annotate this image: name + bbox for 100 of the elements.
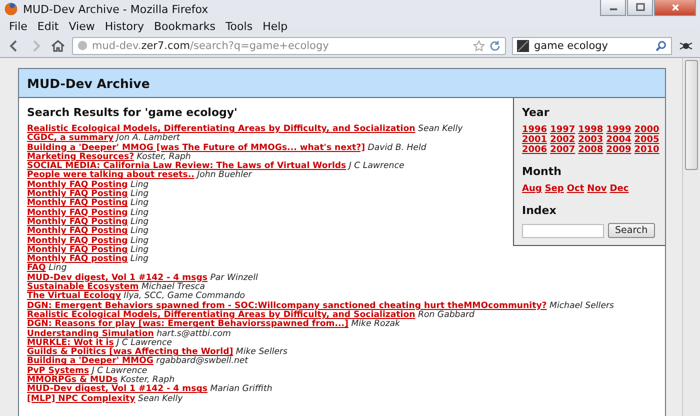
menu-item[interactable]: Bookmarks: [148, 20, 220, 32]
star-icon[interactable]: [473, 40, 485, 52]
search-text: game ecology: [534, 40, 610, 52]
month-link[interactable]: Sep: [544, 184, 564, 194]
url-text: mud-dev.zer7.com/search?q=game+ecology: [92, 40, 330, 52]
result-link[interactable]: Building a 'Deeper' MMOG: [27, 356, 154, 366]
author-name: Sean Kelly: [418, 124, 463, 134]
author-name: Ling: [130, 236, 149, 246]
author-name: Ilya, SCC, Game Commando: [124, 291, 246, 302]
result-link[interactable]: Monthly FAQ Posting: [27, 226, 128, 236]
author-name: Ron Gabbard: [418, 310, 474, 320]
result-link[interactable]: MUD-Dev digest, Vol 1 #142 - 4 msgs: [27, 384, 208, 394]
menu-item[interactable]: Edit: [32, 20, 64, 32]
result-link[interactable]: Monthly FAQ Posting: [27, 244, 128, 255]
author-name: Marian Griffith: [210, 384, 272, 394]
scrollbar-thumb[interactable]: [685, 60, 698, 170]
author-name: J C Lawrence: [92, 366, 148, 376]
result-link[interactable]: Realistic Ecological Models, Differentiating Areas by Difficulty, and Socialization: [27, 124, 416, 134]
year-link[interactable]: 2006: [522, 145, 548, 155]
year-link[interactable]: 1996: [522, 125, 548, 135]
author-name: Ling: [130, 254, 148, 264]
year-link[interactable]: 2004: [606, 135, 632, 145]
author-name: Mike Rozak: [351, 319, 400, 330]
author-name: Ling: [130, 226, 149, 236]
year-link[interactable]: 1999: [606, 125, 632, 135]
result-link[interactable]: FAQ: [27, 263, 46, 274]
result-link[interactable]: Monthly FAQ Posting: [27, 189, 128, 200]
month-link[interactable]: Oct: [566, 184, 584, 194]
year-link[interactable]: 2001: [522, 135, 548, 145]
result-link[interactable]: DGN: Reasons for play [was: Emergent Behaviorsspawned from...]: [27, 319, 348, 330]
result-link[interactable]: PvP Systems: [27, 366, 90, 376]
author-name: Koster, Raph: [136, 152, 191, 162]
result-link[interactable]: [MLP] NPC Complexity: [27, 394, 136, 404]
result-link[interactable]: SOCIAL MEDIA: California Law Review: The Laws of Virtual Worlds: [27, 161, 346, 172]
minimize-button[interactable]: [600, 0, 626, 16]
result-link[interactable]: Monthly FAQ Posting: [27, 198, 128, 208]
menu-item[interactable]: File: [4, 20, 32, 32]
year-link[interactable]: 2007: [550, 145, 576, 155]
result-link[interactable]: Building a 'Deeper' MMOG [was The Future of MMOGs... what's next?]: [27, 142, 366, 153]
result-link[interactable]: Understanding Simulation: [27, 328, 154, 339]
menu-item[interactable]: Tools: [220, 20, 258, 32]
author-name: J C Lawrence: [116, 338, 172, 348]
result-link[interactable]: People were talking about resets..: [27, 170, 194, 180]
year-link[interactable]: 2010: [634, 145, 660, 155]
result-link[interactable]: Marketing Resources?: [27, 152, 134, 162]
result-link[interactable]: CGDC, a summary: [27, 133, 114, 144]
result-link[interactable]: Guilds & Politics [was Affecting the World]: [27, 347, 234, 358]
firefox-logo-icon: [4, 2, 18, 16]
result-link[interactable]: MMORPGs & MUDs: [27, 375, 118, 386]
author-name: Ling: [130, 180, 149, 190]
year-link[interactable]: 2008: [578, 145, 604, 155]
search-button[interactable]: Search: [608, 223, 655, 238]
author-name: J C Lawrence: [348, 161, 404, 172]
close-button[interactable]: [654, 0, 696, 16]
month-link[interactable]: Dec: [610, 184, 629, 194]
year-link[interactable]: 2009: [606, 145, 632, 155]
result-link[interactable]: Monthly FAQ Posting: [27, 236, 128, 246]
result-link[interactable]: Realistic Ecological Models, Differentiating Areas by Difficulty, and Socialization: [27, 310, 416, 320]
author-name: Ling: [130, 189, 149, 200]
sidebar-heading: Index: [522, 204, 558, 217]
result-link[interactable]: Monthly FAQ posting: [27, 254, 128, 264]
month-link[interactable]: Nov: [587, 184, 607, 194]
year-link[interactable]: 2005: [634, 135, 660, 145]
author-name: Ling: [130, 244, 149, 255]
search-field[interactable]: game ecology: [512, 36, 672, 54]
result-link[interactable]: DGN: Emergent Behaviors spawned from - SOC:Willcompany sanctioned cheating hurt theMMOcommunity?: [27, 300, 547, 311]
author-name: Ling: [130, 208, 149, 218]
year-link[interactable]: 1998: [578, 125, 604, 135]
maximize-button[interactable]: [627, 0, 653, 16]
author-name: Koster, Raph: [120, 375, 175, 386]
result-link[interactable]: Sustainable Ecosystem: [27, 282, 139, 292]
result-link[interactable]: Monthly FAQ Posting: [27, 216, 128, 227]
result-link[interactable]: Monthly FAQ Posting: [27, 208, 128, 218]
menu-item[interactable]: Help: [258, 20, 293, 32]
reload-icon[interactable]: [489, 40, 501, 52]
search-engine-icon[interactable]: [517, 40, 529, 52]
menu-item[interactable]: View: [64, 20, 100, 32]
page-header: MUD-Dev Archive: [19, 69, 665, 98]
author-name: Ling: [130, 198, 149, 208]
index-search-field[interactable]: [522, 224, 604, 238]
year-link[interactable]: 2000: [634, 125, 660, 135]
result-link[interactable]: MUD-Dev digest, Vol 1 #142 - 4 msgs: [27, 272, 208, 283]
results-heading: Search Results for 'game ecology': [27, 105, 238, 121]
result-link[interactable]: Monthly FAQ Posting: [27, 180, 128, 190]
menu-item[interactable]: History: [100, 20, 149, 32]
year-link[interactable]: 2002: [550, 135, 576, 145]
author-name: Michael Sellers: [550, 300, 614, 311]
home-icon[interactable]: [50, 38, 66, 54]
year-link[interactable]: 1997: [550, 125, 576, 135]
address-field[interactable]: mud-dev.zer7.com/search?q=game+ecology: [72, 36, 506, 54]
search-icon[interactable]: [655, 40, 667, 52]
result-link[interactable]: MURKLE: Wot it is: [27, 338, 114, 348]
result-link[interactable]: The Virtual Ecology: [27, 291, 121, 302]
author-name: Jon A. Lambert: [116, 133, 180, 144]
year-link[interactable]: 2003: [578, 135, 604, 145]
scrollbar[interactable]: [682, 58, 700, 416]
window-title: MUD-Dev Archive - Mozilla Firefox: [23, 2, 210, 16]
author-name: Par Winzell: [210, 272, 258, 283]
month-link[interactable]: Aug: [522, 184, 542, 194]
author-name: Ling: [130, 216, 149, 227]
